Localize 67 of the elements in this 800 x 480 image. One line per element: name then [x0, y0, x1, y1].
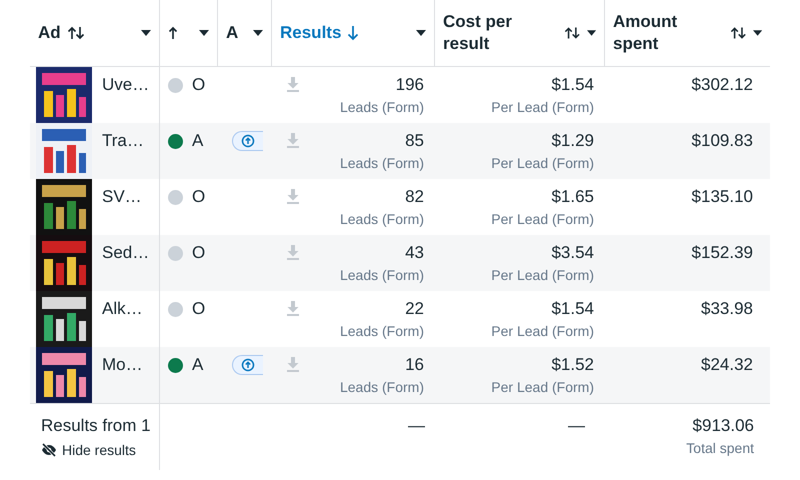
- caret-icon[interactable]: [199, 30, 209, 36]
- cost-value: $1.54: [551, 75, 594, 95]
- amount-spent: $152.39: [692, 243, 753, 263]
- caret-icon[interactable]: [141, 30, 151, 36]
- status-text: O: [192, 75, 206, 96]
- amount-spent: $135.10: [692, 187, 753, 207]
- cost-value: $1.29: [551, 131, 594, 151]
- sort-icon[interactable]: [730, 26, 747, 40]
- cost-type: Per Lead (Form): [491, 155, 594, 171]
- eye-slash-icon[interactable]: [41, 443, 57, 457]
- status-text: O: [192, 187, 206, 208]
- column-header[interactable]: Cost per result: [443, 11, 552, 55]
- cost-type: Per Lead (Form): [491, 323, 594, 339]
- caret-icon[interactable]: [253, 30, 263, 36]
- caret-icon[interactable]: [586, 30, 596, 36]
- results-type: Leads (Form): [340, 379, 424, 395]
- results-value: 16: [405, 355, 424, 375]
- ad-name[interactable]: Tra…: [102, 123, 144, 179]
- boost-badge[interactable]: [232, 355, 263, 375]
- results-value: 82: [405, 187, 424, 207]
- column-header[interactable]: Results: [280, 22, 342, 44]
- total-spent-value: $913.06: [692, 416, 754, 436]
- cost-type: Per Lead (Form): [491, 267, 594, 283]
- status-text: O: [192, 243, 206, 264]
- column-header[interactable]: A: [226, 22, 238, 44]
- column-header[interactable]: Ad: [38, 22, 61, 44]
- cost-type: Per Lead (Form): [491, 99, 594, 115]
- status-text: A: [192, 131, 204, 152]
- total-spent-label: Total spent: [686, 440, 754, 456]
- amount-spent: $302.12: [692, 75, 753, 95]
- amount-spent: $109.83: [692, 131, 753, 151]
- results-type: Leads (Form): [340, 323, 424, 339]
- status-text: O: [192, 299, 206, 320]
- results-type: Leads (Form): [340, 155, 424, 171]
- results-summary: Results from 1: [41, 416, 152, 436]
- cost-value: $1.65: [551, 187, 594, 207]
- cost-type: Per Lead (Form): [491, 379, 594, 395]
- sort-icon[interactable]: [66, 26, 85, 40]
- cost-type: Per Lead (Form): [491, 211, 594, 227]
- results-value: 43: [405, 243, 424, 263]
- results-value: 196: [396, 75, 424, 95]
- up-arrow-icon[interactable]: [168, 26, 178, 40]
- results-value: 22: [405, 299, 424, 319]
- down-arrow-icon[interactable]: [347, 25, 360, 41]
- status-text: A: [192, 355, 204, 376]
- column-header[interactable]: Amount spent: [613, 11, 718, 55]
- results-type: Leads (Form): [340, 99, 424, 115]
- results-value: 85: [405, 131, 424, 151]
- cost-value: $1.52: [551, 355, 594, 375]
- results-total: —: [408, 416, 425, 437]
- ad-name[interactable]: Mo…: [102, 347, 143, 403]
- caret-icon[interactable]: [416, 30, 426, 36]
- cost-value: $3.54: [551, 243, 594, 263]
- sort-icon[interactable]: [564, 26, 581, 40]
- hide-results-link[interactable]: Hide results: [41, 442, 159, 458]
- ad-name[interactable]: Sed…: [102, 235, 150, 291]
- ad-name[interactable]: Alk…: [102, 291, 143, 347]
- results-type: Leads (Form): [340, 211, 424, 227]
- cost-value: $1.54: [551, 299, 594, 319]
- amount-spent: $24.32: [701, 355, 753, 375]
- boost-badge[interactable]: [232, 131, 263, 151]
- ad-name[interactable]: SV…: [102, 179, 142, 235]
- amount-spent: $33.98: [701, 299, 753, 319]
- cost-total: —: [568, 416, 585, 437]
- caret-icon[interactable]: [752, 30, 762, 36]
- results-type: Leads (Form): [340, 267, 424, 283]
- ad-name[interactable]: Uve…: [102, 67, 150, 123]
